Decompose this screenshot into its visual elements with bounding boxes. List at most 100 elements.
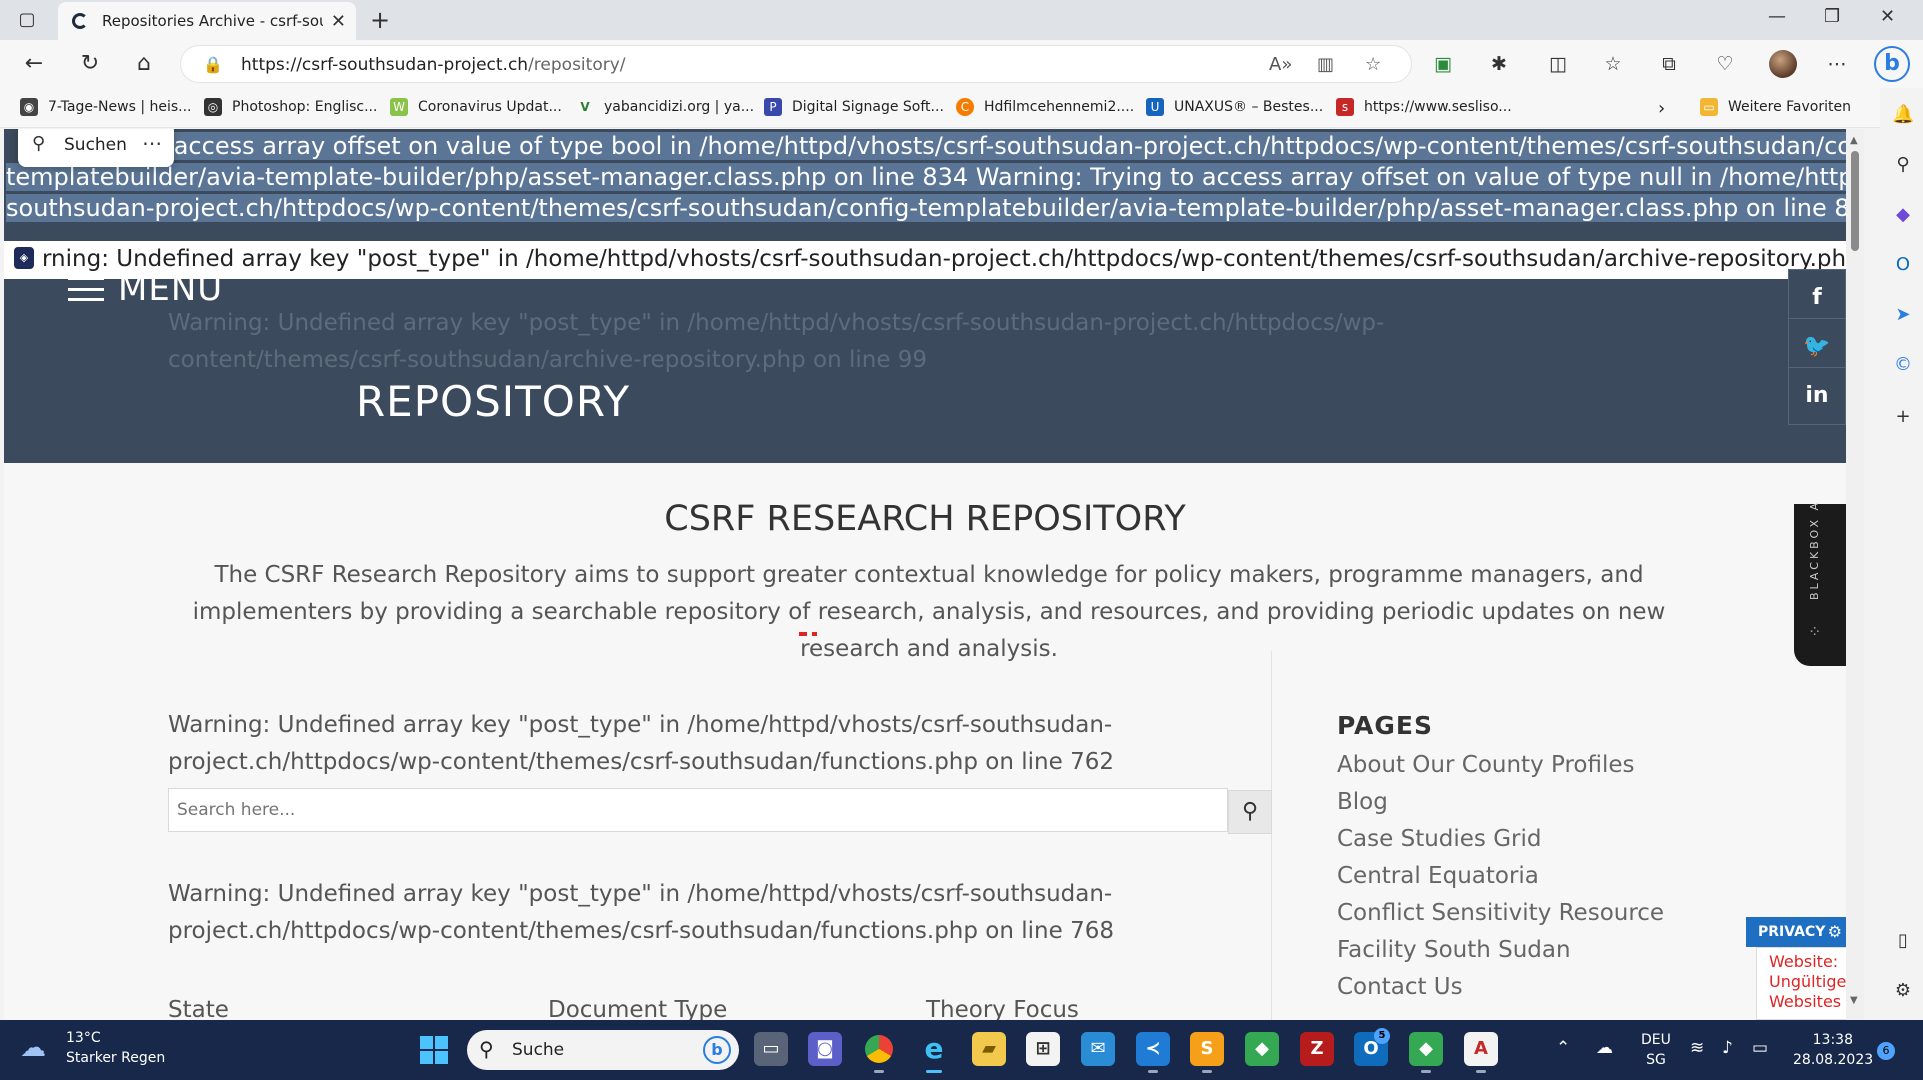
minimize-icon[interactable]: — [1768,6,1786,27]
file-explorer-icon[interactable]: ▰ [972,1032,1006,1066]
edge-icon[interactable]: e [917,1032,951,1073]
gear-icon[interactable]: ⚙ [1892,980,1914,1002]
outlook-icon[interactable]: O5 [1354,1028,1390,1066]
tab-actions-icon[interactable]: ▢ [16,9,38,31]
warning-text-line: southsudan-project.ch/httpdocs/wp-conten… [6,194,1846,222]
tab-active[interactable]: Repositories Archive - csrf-south ✕ [58,2,356,40]
store-icon[interactable]: ⊞ [1026,1032,1060,1066]
favorite-item[interactable]: s https://www.sesliso... [1336,98,1512,116]
notification-badge[interactable]: 6 [1877,1042,1895,1060]
profile-avatar[interactable] [1769,50,1797,78]
copilot-c-icon[interactable]: © [1892,354,1914,376]
immersive-reader-icon[interactable]: ▥ [1317,54,1334,75]
favorites-icon[interactable]: ☆ [1600,51,1626,77]
home-icon[interactable]: ⌂ [130,50,158,78]
find-popup[interactable]: ⚲ Suchen ⋯ [18,129,174,167]
linkedin-share-icon[interactable]: in [1788,367,1846,425]
search-button[interactable]: ⚲ [1228,790,1272,834]
task-view-icon[interactable]: ▭ [754,1032,788,1066]
newspaper-icon: ◉ [20,98,38,116]
app-green-diamond-2-icon[interactable]: ◆ [1409,1032,1443,1073]
sidebar-page-link[interactable]: Conflict Sensitivity Resource [1337,895,1664,932]
favorite-item[interactable]: U UNAXUS® – Bestes... [1146,98,1323,116]
settings-more-icon[interactable]: ⋯ [1824,51,1850,77]
extensions-icon[interactable]: ✱ [1486,51,1512,77]
running-indicator [1421,1070,1431,1073]
sidebar-page-link[interactable]: About Our County Profiles [1337,747,1664,784]
favorite-item[interactable]: W Coronavirus Updat... [390,98,562,116]
sidebar-toggle-icon[interactable]: ▯ [1892,930,1914,952]
split-screen-icon[interactable]: ◫ [1545,51,1571,77]
volume-icon[interactable]: ♪ [1722,1038,1733,1058]
favorite-item[interactable]: C Hdfilmcehennemi2.... [956,98,1134,116]
filezilla-icon[interactable]: Z [1300,1032,1334,1066]
address-bar[interactable]: 🔒 https://csrf-southsudan-project.ch/rep… [180,45,1412,83]
sidebar-page-link[interactable]: Blog [1337,784,1664,821]
favorites-overflow-chevron-icon[interactable]: › [1658,98,1665,119]
reload-icon[interactable]: ↻ [76,50,104,78]
search-icon[interactable]: ⚲ [1892,154,1914,176]
w-logo-icon: W [390,98,408,116]
read-aloud-icon[interactable]: A» [1269,54,1292,75]
scroll-thumb[interactable] [1851,151,1859,251]
spellcheck-mark [799,632,807,636]
tab-close-icon[interactable]: ✕ [331,11,346,32]
favorite-item[interactable]: ◎ Photoshop: Englisc... [204,98,377,116]
favorites-folder[interactable]: ▭ Weitere Favoriten [1700,98,1851,116]
sidebar-page-link[interactable]: Central Equatoria [1337,858,1664,895]
warning-text-line: to access array offset on value of type … [142,132,1846,160]
collections-icon[interactable]: ⧉ [1656,51,1682,77]
filter-state[interactable]: State [168,997,229,1020]
add-icon[interactable]: + [1892,406,1914,428]
favorite-item[interactable]: P Digital Signage Soft... [764,98,944,116]
favorite-item[interactable]: Vyabancidizi.org | ya... [576,98,754,116]
menu-button[interactable]: MENU [68,269,223,309]
onedrive-cloud-icon[interactable]: ☁ [1596,1038,1613,1058]
sidebar-page-link[interactable]: Contact Us [1337,969,1664,1006]
windows-taskbar: ☁ 13°C Starker Regen ⚲ Suche b ▭ ◙ e ▰ ⊞… [0,1020,1923,1080]
content-heading: CSRF RESEARCH REPOSITORY [664,499,1186,539]
shield-extension-icon[interactable]: ◈ [14,247,34,269]
extension-green-icon[interactable]: ▣ [1430,51,1456,77]
weather-widget[interactable]: ☁ 13°C Starker Regen [20,1028,165,1068]
teams-icon[interactable]: ◙ [808,1032,842,1066]
sidebar-page-link[interactable]: Case Studies Grid [1337,821,1664,858]
search-input[interactable] [168,788,1228,832]
battery-icon[interactable]: ▭ [1752,1038,1768,1058]
new-tab-icon[interactable]: + [370,6,390,34]
filter-document-type[interactable]: Document Type [548,997,727,1020]
acrobat-icon[interactable]: A [1464,1032,1498,1073]
input-language[interactable]: DEU SG [1641,1030,1671,1070]
start-icon[interactable] [420,1036,448,1064]
more-options-icon[interactable]: ⋯ [142,131,162,155]
privacy-button[interactable]: PRIVACY ⚙ [1746,917,1846,947]
filter-theory-focus[interactable]: Theory Focus [926,997,1079,1020]
sidebar-page-link[interactable]: Facility South Sudan [1337,932,1664,969]
favorite-item[interactable]: ◉ 7-Tage-News | heis... [20,98,192,116]
sidebar-heading: PAGES [1337,711,1433,740]
bell-icon[interactable]: 🔔 [1892,104,1914,126]
outlook-icon[interactable]: O [1892,254,1914,276]
vscode-icon[interactable]: ≺ [1136,1032,1170,1073]
taskbar-search[interactable]: ⚲ Suche b [467,1030,739,1070]
app-green-diamond-icon[interactable]: ◆ [1245,1032,1279,1066]
bing-copilot-icon[interactable]: b [1874,46,1910,82]
restore-icon[interactable]: ❐ [1824,6,1840,27]
wifi-icon[interactable]: ≋ [1690,1038,1704,1058]
back-icon[interactable]: ← [20,50,48,78]
mail-icon[interactable]: ✉ [1081,1032,1115,1066]
scroll-up-icon[interactable]: ▲ [1850,135,1858,146]
chrome-icon[interactable] [862,1032,896,1073]
privacy-note: Website: Ungültige Websites [1756,947,1846,1020]
browser-essentials-icon[interactable]: ♡ [1712,51,1738,77]
send-icon[interactable]: ➤ [1892,304,1914,326]
scroll-down-icon[interactable]: ▼ [1850,995,1858,1006]
page-scrollbar[interactable]: ▲ ▼ [1846,129,1864,1020]
clock[interactable]: 13:38 28.08.2023 [1793,1030,1873,1070]
tray-chevron-up-icon[interactable]: ⌃ [1556,1038,1570,1058]
favorite-star-icon[interactable]: ☆ [1365,54,1381,75]
sublime-icon[interactable]: S [1190,1032,1224,1073]
window-close-icon[interactable]: ✕ [1880,6,1895,27]
shopping-icon[interactable]: ◆ [1892,204,1914,226]
page-title: REPOSITORY [356,377,631,426]
